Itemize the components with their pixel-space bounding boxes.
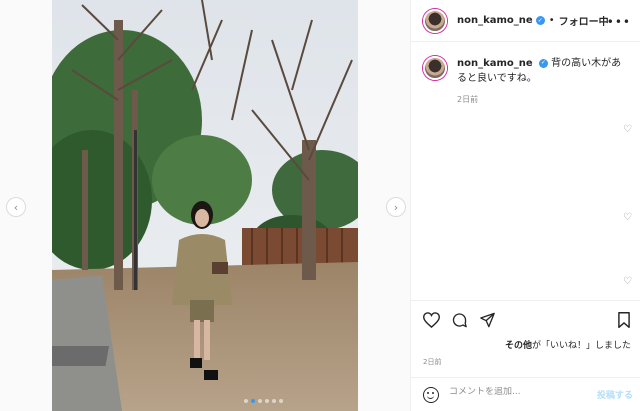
post-timestamp: 2日前 [423, 358, 442, 366]
heart-icon[interactable]: ♡ [623, 124, 632, 135]
likes-suffix: が「いいね！」しました [531, 341, 631, 351]
heart-icon[interactable] [422, 312, 441, 332]
comment-input[interactable] [449, 387, 579, 397]
post-comment-button[interactable]: 投稿する [597, 388, 633, 401]
likes-summary: その他が「いいね！」しました [411, 338, 631, 351]
post-username[interactable]: non_kamo_ne [457, 15, 533, 26]
comment-timestamp: 2日前 [457, 95, 479, 104]
carousel-dot [272, 399, 276, 403]
post-header: non_kamo_ne ✓ • フォロー中 ••• [411, 0, 640, 42]
bookmark-icon[interactable] [617, 312, 631, 332]
paper-plane-icon[interactable] [479, 312, 496, 332]
likes-others-link[interactable]: その他 [505, 341, 532, 351]
comment-username[interactable]: non_kamo_ne [457, 58, 533, 69]
avatar[interactable] [423, 56, 447, 80]
carousel-dots [244, 399, 283, 403]
carousel-dot-active [251, 399, 255, 403]
carousel-dot [258, 399, 262, 403]
speech-bubble-icon[interactable] [451, 312, 468, 332]
avatar[interactable] [423, 8, 447, 33]
action-bar [411, 300, 640, 340]
smiley-icon[interactable] [423, 387, 439, 403]
heart-icon[interactable]: ♡ [623, 212, 632, 223]
carousel-dot [265, 399, 269, 403]
media-area: ‹ › [0, 0, 410, 411]
follow-status-button[interactable]: フォロー中 [559, 13, 609, 28]
separator-dot: • [548, 15, 555, 26]
comment-body: non_kamo_ne ✓ 背の高い木があると良いですね。 [457, 56, 627, 86]
carousel-dot [279, 399, 283, 403]
post-photo[interactable] [52, 0, 358, 411]
verified-badge-icon: ✓ [538, 58, 548, 68]
more-options-icon[interactable]: ••• [607, 15, 631, 29]
photo-illustration [52, 0, 358, 411]
chevron-right-icon[interactable]: › [386, 197, 406, 217]
caption-comment: non_kamo_ne ✓ 背の高い木があると良いですね。 [423, 56, 633, 86]
post-sidebar: non_kamo_ne ✓ • フォロー中 ••• non_kamo_ne ✓ … [410, 0, 640, 411]
comment-bar: 投稿する [411, 377, 640, 411]
carousel-dot [244, 399, 248, 403]
heart-icon[interactable]: ♡ [623, 276, 632, 287]
chevron-left-icon[interactable]: ‹ [6, 197, 26, 217]
verified-badge-icon: ✓ [535, 16, 545, 25]
